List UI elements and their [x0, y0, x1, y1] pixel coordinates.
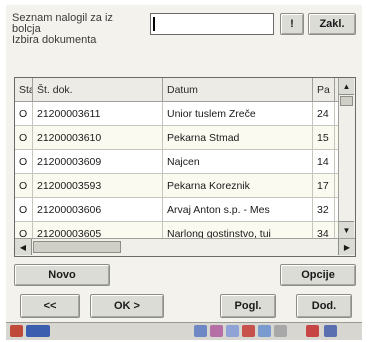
column-header-pa[interactable]: Pa — [313, 78, 335, 101]
table-row[interactable]: O 21200003593 Pekarna Koreznik 17 — [15, 174, 355, 198]
taskbar — [6, 322, 362, 340]
tray-input-icon[interactable] — [324, 325, 337, 337]
cell-doc-number: 21200003606 — [33, 198, 163, 221]
app-window: Seznam nalogil za iz bolcja Izbira dokum… — [6, 5, 362, 340]
search-input[interactable] — [150, 13, 274, 35]
cell-doc-number: 21200003593 — [33, 174, 163, 197]
running-app-icon[interactable] — [26, 325, 50, 337]
text-cursor — [153, 17, 155, 31]
cell-partner: Arvaj Anton s.p. - Mes — [163, 198, 313, 221]
tray-volume-icon[interactable] — [258, 325, 271, 337]
scroll-down-icon[interactable]: ▼ — [339, 221, 354, 238]
cell-pa: 17 — [313, 174, 335, 197]
column-header-doc-number[interactable]: Št. dok. — [33, 78, 163, 101]
cell-pa: 14 — [313, 150, 335, 173]
cell-doc-number: 21200003609 — [33, 150, 163, 173]
table-header: Sta Št. dok. Datum Pa — [15, 78, 355, 102]
document-table: Sta Št. dok. Datum Pa O 21200003611 Unio… — [14, 77, 356, 257]
cell-partner: Pekarna Koreznik — [163, 174, 313, 197]
cell-status: O — [15, 126, 33, 149]
cell-partner: Unior tuslem Zreče — [163, 102, 313, 125]
column-header-status[interactable]: Sta — [15, 78, 33, 101]
table-row[interactable]: O 21200003609 Najcen 14 — [15, 150, 355, 174]
cell-partner: Pekarna Stmad — [163, 126, 313, 149]
close-button[interactable]: Zakl. — [308, 13, 356, 35]
scroll-left-icon[interactable]: ◀ — [15, 239, 32, 255]
ok-button[interactable]: OK > — [90, 294, 164, 318]
cell-status: O — [15, 174, 33, 197]
cell-status: O — [15, 150, 33, 173]
cell-partner: Najcen — [163, 150, 313, 173]
tray-sync-icon[interactable] — [226, 325, 239, 337]
new-button[interactable]: Novo — [14, 264, 110, 286]
tray-connection-icon[interactable] — [210, 325, 223, 337]
cell-pa: 24 — [313, 102, 335, 125]
cell-doc-number: 21200003610 — [33, 126, 163, 149]
back-button[interactable]: << — [20, 294, 80, 318]
cell-pa: 15 — [313, 126, 335, 149]
tray-battery-icon[interactable] — [274, 325, 287, 337]
cell-status: O — [15, 102, 33, 125]
cell-pa: 32 — [313, 198, 335, 221]
table-row[interactable]: O 21200003611 Unior tuslem Zreče 24 — [15, 102, 355, 126]
header-line-3: Izbira dokumenta — [12, 35, 97, 46]
scroll-up-icon[interactable]: ▲ — [339, 78, 354, 95]
add-button[interactable]: Dod. — [296, 294, 352, 318]
tray-network-icon[interactable] — [194, 325, 207, 337]
horizontal-scroll-thumb[interactable] — [33, 241, 121, 253]
tray-keyboard-icon[interactable] — [306, 325, 319, 337]
cell-doc-number: 21200003611 — [33, 102, 163, 125]
vertical-scrollbar[interactable]: ▲ ▼ — [338, 78, 355, 238]
cell-status: O — [15, 198, 33, 221]
scroll-right-icon[interactable]: ▶ — [338, 239, 355, 255]
table-row[interactable]: O 21200003610 Pekarna Stmad 15 — [15, 126, 355, 150]
view-button[interactable]: Pogl. — [220, 294, 276, 318]
header-text: Seznam nalogil za iz bolcja Izbira dokum… — [12, 13, 150, 46]
header-line-2: bolcja — [12, 24, 41, 35]
start-icon[interactable] — [10, 325, 23, 337]
info-button[interactable]: ! — [280, 13, 304, 35]
horizontal-scrollbar[interactable]: ◀ ▶ — [15, 238, 355, 256]
table-row[interactable]: O 21200003606 Arvaj Anton s.p. - Mes 32 — [15, 198, 355, 222]
header-line-1: Seznam nalogil za iz — [12, 13, 113, 24]
options-button[interactable]: Opcije — [280, 264, 356, 286]
column-header-date[interactable]: Datum — [163, 78, 313, 101]
tray-alert-icon[interactable] — [242, 325, 255, 337]
vertical-scroll-thumb[interactable] — [340, 96, 353, 106]
